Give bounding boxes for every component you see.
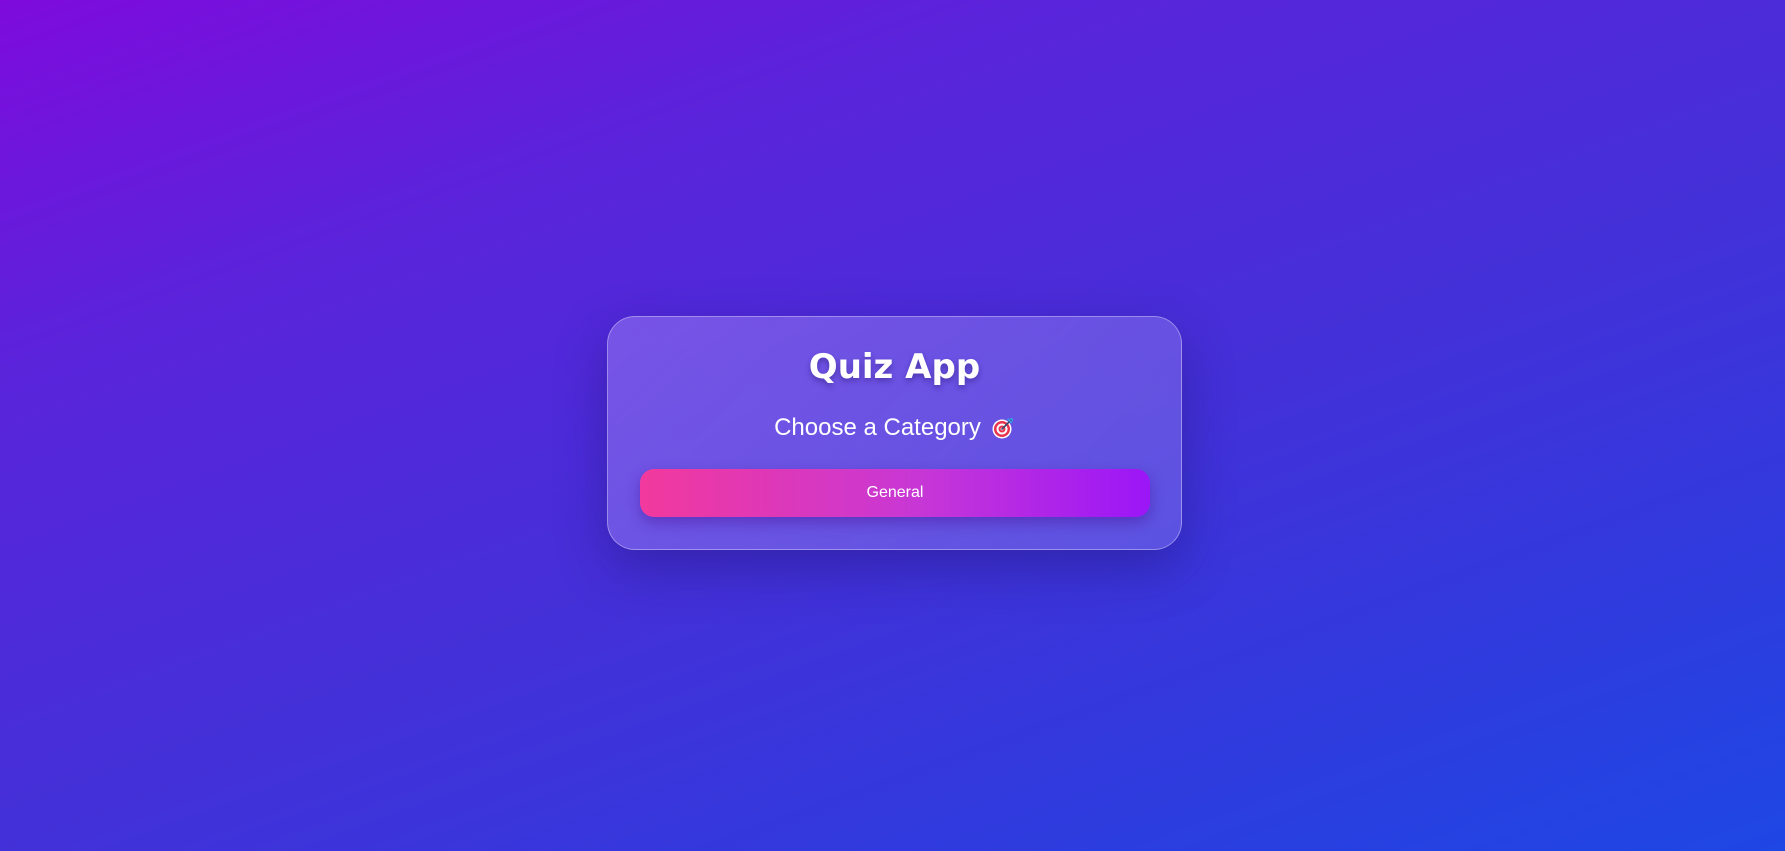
target-icon: [991, 416, 1015, 440]
category-heading-text: Choose a Category: [774, 414, 981, 441]
category-heading: Choose a Category: [608, 412, 1181, 443]
quiz-card: Quiz App Choose a Category General: [607, 316, 1182, 550]
category-button-general[interactable]: General: [640, 469, 1150, 517]
app-title: Quiz App: [808, 347, 981, 387]
